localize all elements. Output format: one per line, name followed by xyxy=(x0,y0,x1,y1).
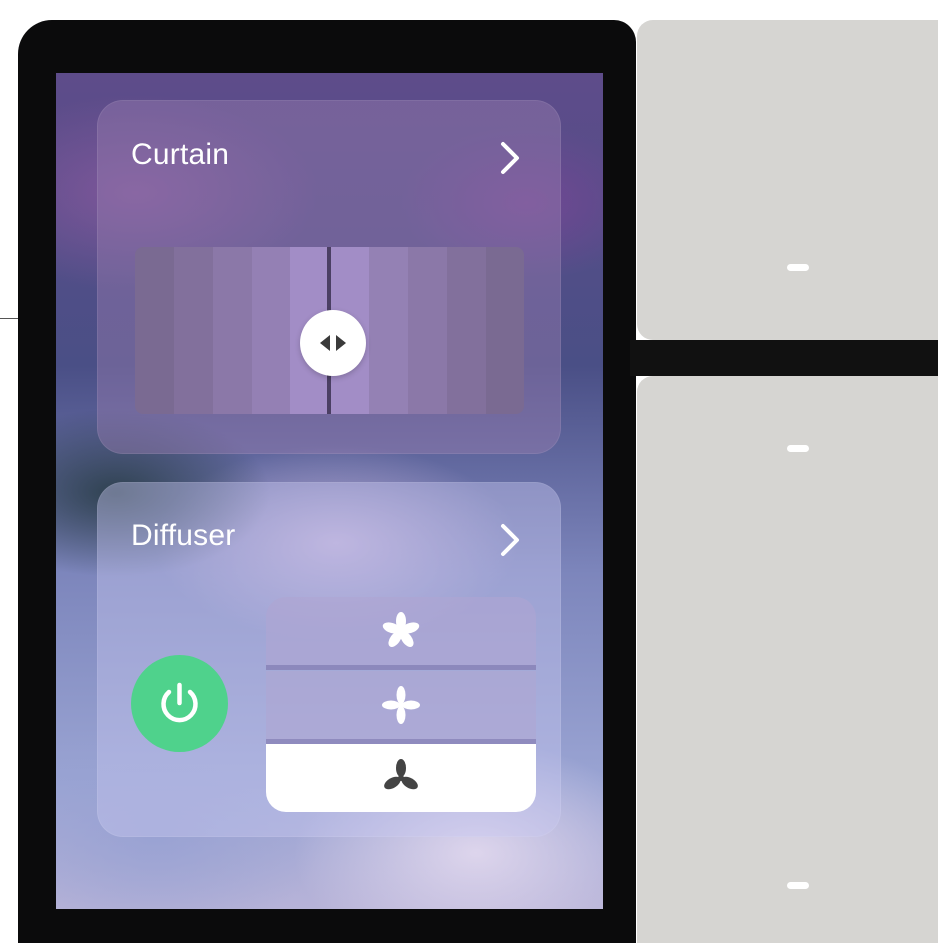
chevron-right-icon[interactable] xyxy=(497,140,523,176)
fan-speed-selector xyxy=(266,597,536,812)
curtain-title: Curtain xyxy=(131,138,230,171)
side-button-bottom[interactable] xyxy=(637,376,938,943)
indicator-pill xyxy=(787,445,809,452)
indicator-pill xyxy=(787,882,809,889)
touch-screen: Curtain Diffuser xyxy=(56,73,603,909)
side-button-top[interactable] xyxy=(637,20,938,340)
fan-speed-low-option[interactable] xyxy=(266,744,536,812)
curtain-handle[interactable] xyxy=(300,310,366,376)
diffuser-title: Diffuser xyxy=(131,519,236,552)
curtain-card[interactable]: Curtain xyxy=(97,100,561,454)
fan-speed-high-option[interactable] xyxy=(266,597,536,665)
indicator-pill xyxy=(787,264,809,271)
diffuser-card[interactable]: Diffuser xyxy=(97,482,561,837)
divider xyxy=(266,665,536,670)
fan-low-icon xyxy=(384,759,418,790)
panel-gap xyxy=(630,340,938,376)
fan-speed-medium-option[interactable] xyxy=(266,671,536,739)
fan-high-icon xyxy=(382,612,420,647)
power-button[interactable] xyxy=(131,655,228,752)
slide-left-right-icon xyxy=(320,335,346,351)
fan-medium-icon xyxy=(382,686,420,724)
power-icon xyxy=(161,682,198,723)
chevron-right-icon[interactable] xyxy=(497,522,523,558)
